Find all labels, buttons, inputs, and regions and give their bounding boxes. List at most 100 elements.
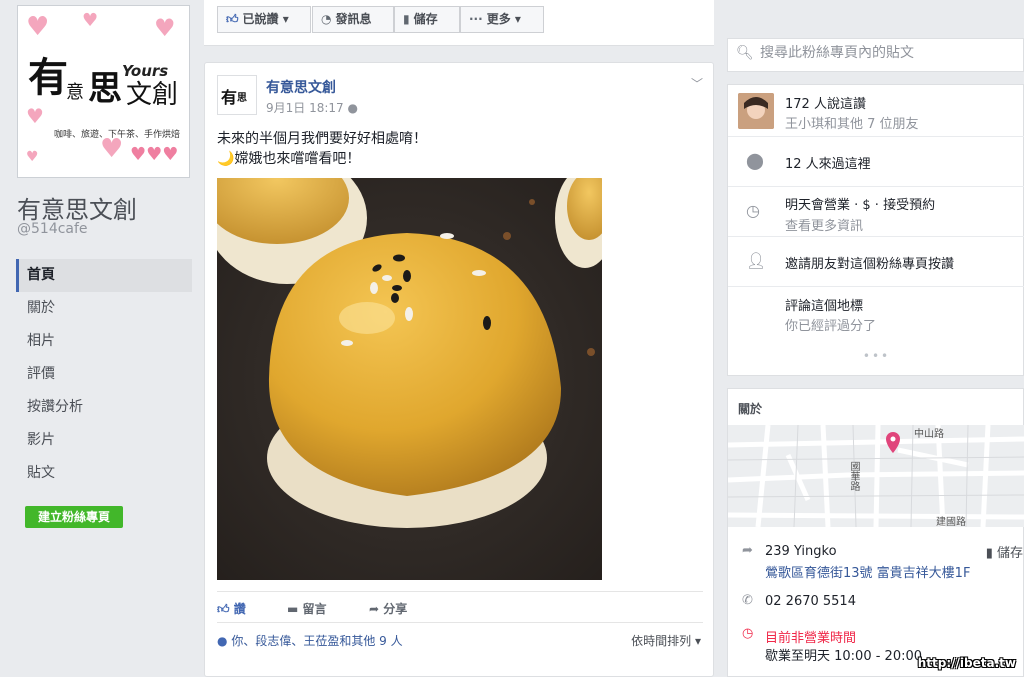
address-line2[interactable]: 鶯歌區育德街13號 富貴吉祥大樓1F bbox=[765, 562, 970, 581]
review-prompt: 評論這個地標 bbox=[785, 299, 864, 314]
logo-char-you: 有 bbox=[28, 54, 68, 101]
location-map[interactable]: 中山路 國華路 建國路 bbox=[728, 425, 1024, 527]
checkins-text: 12 人來過這裡 bbox=[785, 157, 871, 172]
post-author-avatar[interactable]: 有 思 bbox=[217, 75, 257, 115]
logo-tagline: 咖啡、旅遊、下午茶、手作烘焙 bbox=[54, 130, 181, 140]
bookmark-icon: ▮ bbox=[403, 12, 410, 26]
like-badge-icon: ● bbox=[217, 634, 228, 648]
logo-yours: Yours bbox=[122, 62, 169, 80]
post-message: 未來的半個月我們要好好相處唷！ 🌙嫦娥也來嚐嚐看吧！ bbox=[217, 129, 427, 169]
watermark: http://ibeta.tw bbox=[917, 656, 1016, 670]
post-author-name[interactable]: 有意思文創 bbox=[266, 77, 336, 97]
logo-char-wenchuang: 文創 bbox=[126, 80, 179, 110]
more-label: 更多 bbox=[486, 12, 511, 26]
review-status: 你已經評過分了 bbox=[785, 319, 877, 334]
post-timestamp-text: 9月1日 18:17 bbox=[266, 101, 344, 115]
address-row[interactable]: ➦ 239 Yingko 鶯歌區育德街13號 富貴吉祥大樓1F bbox=[728, 542, 1024, 582]
invite-row[interactable]: 👤︎ 邀請朋友對這個粉絲專頁按讚 bbox=[728, 237, 1024, 287]
chevron-down-icon[interactable]: ﹀ bbox=[691, 75, 703, 92]
directions-icon: ➦ bbox=[742, 543, 753, 558]
nav-item-about[interactable]: 關於 bbox=[16, 292, 192, 325]
page-handle[interactable]: @514cafe bbox=[17, 221, 88, 237]
globe-icon: ● bbox=[347, 101, 358, 115]
message-label: 發訊息 bbox=[335, 12, 372, 26]
likes-row[interactable]: 172 人說這讚 王小琪和其他 7 位朋友 bbox=[728, 85, 1024, 137]
map-graphic bbox=[728, 425, 1024, 527]
heart-icon: ♥♥♥ bbox=[130, 144, 179, 165]
likes-count: 172 人說這讚 bbox=[785, 97, 866, 112]
thumbs-up-icon: 👍︎ bbox=[226, 12, 239, 26]
save-label: 儲存 bbox=[413, 12, 438, 26]
page-action-bar: 👍︎ 已說讚 ▾ ◔ 發訊息 ▮ 儲存 ··· 更多 ▾ bbox=[204, 0, 714, 46]
friend-photo bbox=[738, 93, 774, 129]
post-text-line: 🌙嫦娥也來嚐嚐看吧！ bbox=[217, 151, 361, 167]
heart-icon: ♥ bbox=[154, 14, 176, 42]
liked-label: 已說讚 bbox=[242, 12, 279, 26]
liked-button[interactable]: 👍︎ 已說讚 ▾ bbox=[217, 6, 311, 33]
nav-item-likes[interactable]: 按讚分析 bbox=[16, 391, 192, 424]
share-action[interactable]: ➦ 分享 bbox=[369, 600, 407, 617]
map-road-label: 建國路 bbox=[936, 517, 966, 527]
post-text-line: 未來的半個月我們要好好相處唷！ bbox=[217, 131, 427, 147]
profile-logo: ♥ ♥ ♥ ♥ ♥ ♥♥♥ ♥ 有 意 思 文創 Yours 咖啡、旅遊、下午茶… bbox=[22, 10, 185, 173]
heart-icon: ♥ bbox=[26, 104, 44, 128]
thumbs-up-icon: 👍︎ bbox=[217, 602, 230, 616]
phone-icon: ✆ bbox=[742, 593, 753, 608]
create-page-button[interactable]: 建立粉絲專頁 bbox=[25, 506, 123, 528]
nav-item-videos[interactable]: 影片 bbox=[16, 424, 192, 457]
page-title: 有意思文創 bbox=[17, 196, 137, 224]
likes-summary-text: 你、段志偉、王莅盈和其他 9 人 bbox=[231, 634, 403, 648]
friend-avatar bbox=[738, 93, 774, 129]
heart-icon: ♥ bbox=[26, 12, 50, 42]
nav-item-posts[interactable]: 貼文 bbox=[16, 457, 192, 490]
sort-label: 依時間排列 bbox=[631, 634, 692, 648]
nav-item-photos[interactable]: 相片 bbox=[16, 325, 192, 358]
search-input[interactable] bbox=[760, 45, 1010, 61]
checkins-row[interactable]: ⬤ 12 人來過這裡 bbox=[728, 137, 1024, 187]
heart-icon: ♥ bbox=[26, 149, 39, 165]
like-action[interactable]: 👍︎ 讚 bbox=[217, 600, 246, 617]
add-friend-icon: 👤︎ bbox=[746, 251, 767, 270]
community-card: 172 人說這讚 王小琪和其他 7 位朋友 ⬤ 12 人來過這裡 ◷ 明天會營業… bbox=[727, 84, 1024, 376]
logo-char-yi: 意 bbox=[66, 82, 84, 103]
about-card: 關於 中山路 國華路 建國路 ➦ 239 Yingko 鶯歌區育德街13號 富貴… bbox=[727, 388, 1024, 677]
map-road-label: 中山路 bbox=[914, 429, 944, 440]
share-icon: ➦ bbox=[369, 602, 380, 616]
comment-action[interactable]: ▬ 留言 bbox=[287, 600, 327, 617]
logo-char-si: 思 bbox=[88, 69, 122, 109]
about-title: 關於 bbox=[738, 402, 763, 416]
comment-label: 留言 bbox=[302, 602, 327, 616]
save-place-label: 儲存 bbox=[996, 546, 1023, 561]
comment-sort[interactable]: 依時間排列 ▾ bbox=[631, 632, 701, 649]
invite-text: 邀請朋友對這個粉絲專頁按讚 bbox=[785, 257, 955, 272]
share-label: 分享 bbox=[383, 602, 408, 616]
avatar-logo-char-si: 思 bbox=[237, 93, 247, 104]
hours-text: 歇業至明天 10:00 - 20:00 bbox=[765, 649, 923, 664]
hours-row[interactable]: ◷ 明天會營業 · $ · 接受預約 查看更多資訊 bbox=[728, 187, 1024, 237]
post-photo[interactable] bbox=[217, 178, 602, 580]
ellipsis-icon: ··· bbox=[469, 12, 483, 26]
review-row[interactable]: 評論這個地標 你已經評過分了 bbox=[728, 287, 1024, 339]
avatar-logo-char-you: 有 bbox=[221, 88, 238, 107]
nav-item-reviews[interactable]: 評價 bbox=[16, 358, 192, 391]
profile-picture[interactable]: ♥ ♥ ♥ ♥ ♥ ♥♥♥ ♥ 有 意 思 文創 Yours 咖啡、旅遊、下午茶… bbox=[17, 5, 190, 178]
more-dots[interactable]: ••• bbox=[728, 349, 1024, 363]
post-timestamp[interactable]: 9月1日 18:17 ● bbox=[266, 99, 358, 116]
save-place-button[interactable]: ▮ 儲存 bbox=[986, 542, 1023, 561]
clock-icon: ◷ bbox=[746, 201, 760, 220]
comment-icon: ▬ bbox=[287, 602, 299, 616]
save-button[interactable]: ▮ 儲存 bbox=[394, 6, 460, 33]
nav-item-home[interactable]: 首頁 bbox=[16, 259, 192, 292]
address-line1: 239 Yingko bbox=[765, 544, 837, 559]
phone-row[interactable]: ✆ 02 2670 5514 bbox=[728, 592, 1024, 616]
post-likes-summary[interactable]: ● 你、段志偉、王莅盈和其他 9 人 bbox=[217, 632, 403, 649]
more-button[interactable]: ··· 更多 ▾ bbox=[460, 6, 544, 33]
message-button[interactable]: ◔ 發訊息 bbox=[312, 6, 394, 33]
see-more-info: 查看更多資訊 bbox=[785, 219, 864, 234]
location-pin-icon: ⬤ bbox=[746, 151, 764, 170]
messenger-icon: ◔ bbox=[321, 12, 332, 26]
hours-summary: 明天會營業 · $ · 接受預約 bbox=[785, 198, 936, 213]
search-icon: 🔍︎ bbox=[736, 45, 754, 61]
like-label: 讚 bbox=[233, 602, 246, 616]
left-nav: 首頁 關於 相片 評價 按讚分析 影片 貼文 bbox=[16, 259, 192, 490]
